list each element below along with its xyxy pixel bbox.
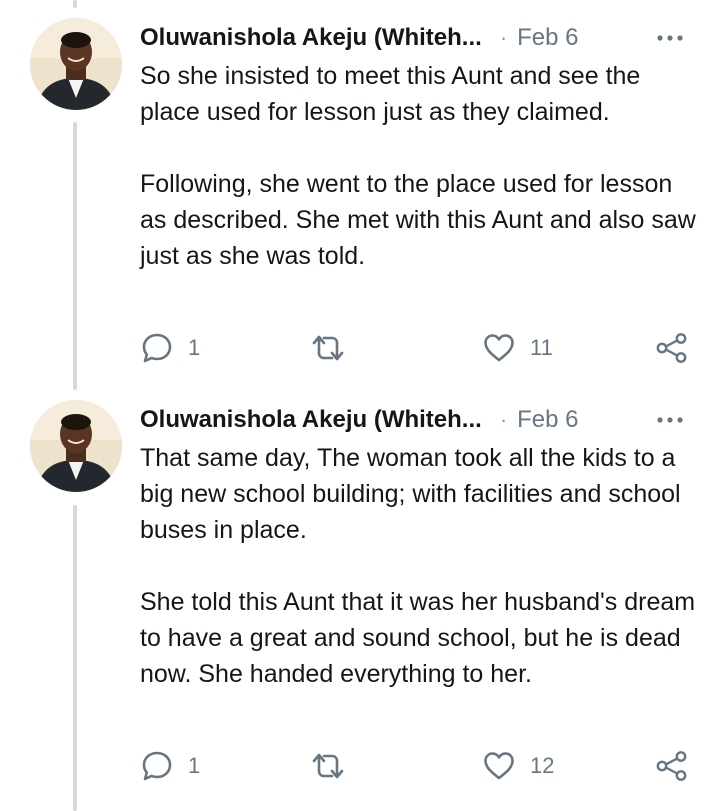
like-count: 11	[530, 335, 553, 360]
heart-icon	[484, 334, 514, 362]
author-name[interactable]: Oluwanishola Akeju (Whiteh...	[140, 24, 482, 52]
tweet-date[interactable]: Feb 6	[517, 406, 578, 434]
tweet[interactable]: Oluwanishola Akeju (Whiteh... · Feb 6 Th…	[0, 400, 720, 800]
tweet[interactable]: Oluwanishola Akeju (Whiteh... · Feb 6 So…	[0, 18, 720, 378]
tweet-text: So she insisted to meet this Aunt and se…	[140, 58, 700, 274]
author-name[interactable]: Oluwanishola Akeju (Whiteh...	[140, 406, 482, 434]
avatar[interactable]	[30, 18, 122, 110]
profile-photo	[30, 400, 122, 492]
reply-count: 1	[188, 335, 201, 360]
tweet-actions: 1 11	[140, 328, 700, 368]
reply-button[interactable]: 1	[140, 328, 200, 368]
tweet-paragraph: Following, she went to the place used fo…	[140, 170, 696, 270]
like-button[interactable]: 12	[482, 746, 554, 786]
tweet-paragraph: That same day, The woman took all the ki…	[140, 444, 681, 544]
more-options-button[interactable]	[654, 408, 686, 432]
tweet-paragraph: She told this Aunt that it was her husba…	[140, 588, 696, 688]
share-icon	[656, 333, 687, 363]
tweet-header: Oluwanishola Akeju (Whiteh... · Feb 6	[140, 18, 700, 58]
retweet-button[interactable]	[308, 328, 348, 368]
heart-icon	[484, 752, 514, 780]
header-separator: ·	[499, 25, 508, 50]
tweet-actions: 1 12	[140, 746, 700, 786]
share-button[interactable]	[654, 746, 690, 786]
more-horizontal-icon	[657, 35, 683, 41]
retweet-icon	[312, 753, 344, 779]
avatar[interactable]	[30, 400, 122, 492]
like-count: 12	[530, 753, 555, 778]
tweet-paragraph: So she insisted to meet this Aunt and se…	[140, 62, 641, 126]
reply-button[interactable]: 1	[140, 746, 200, 786]
reply-bubble-icon	[142, 751, 172, 781]
reply-bubble-icon	[142, 333, 172, 363]
tweet-text: That same day, The woman took all the ki…	[140, 440, 700, 692]
retweet-icon	[312, 335, 344, 361]
header-separator: ·	[499, 407, 508, 432]
share-button[interactable]	[654, 328, 690, 368]
retweet-button[interactable]	[308, 746, 348, 786]
more-options-button[interactable]	[654, 26, 686, 50]
profile-photo	[30, 18, 122, 110]
reply-count: 1	[188, 753, 201, 778]
thread-line-top	[73, 0, 77, 8]
tweet-header: Oluwanishola Akeju (Whiteh... · Feb 6	[140, 400, 700, 440]
share-icon	[656, 751, 687, 781]
like-button[interactable]: 11	[482, 328, 553, 368]
tweet-date[interactable]: Feb 6	[517, 24, 578, 52]
more-horizontal-icon	[657, 417, 683, 423]
